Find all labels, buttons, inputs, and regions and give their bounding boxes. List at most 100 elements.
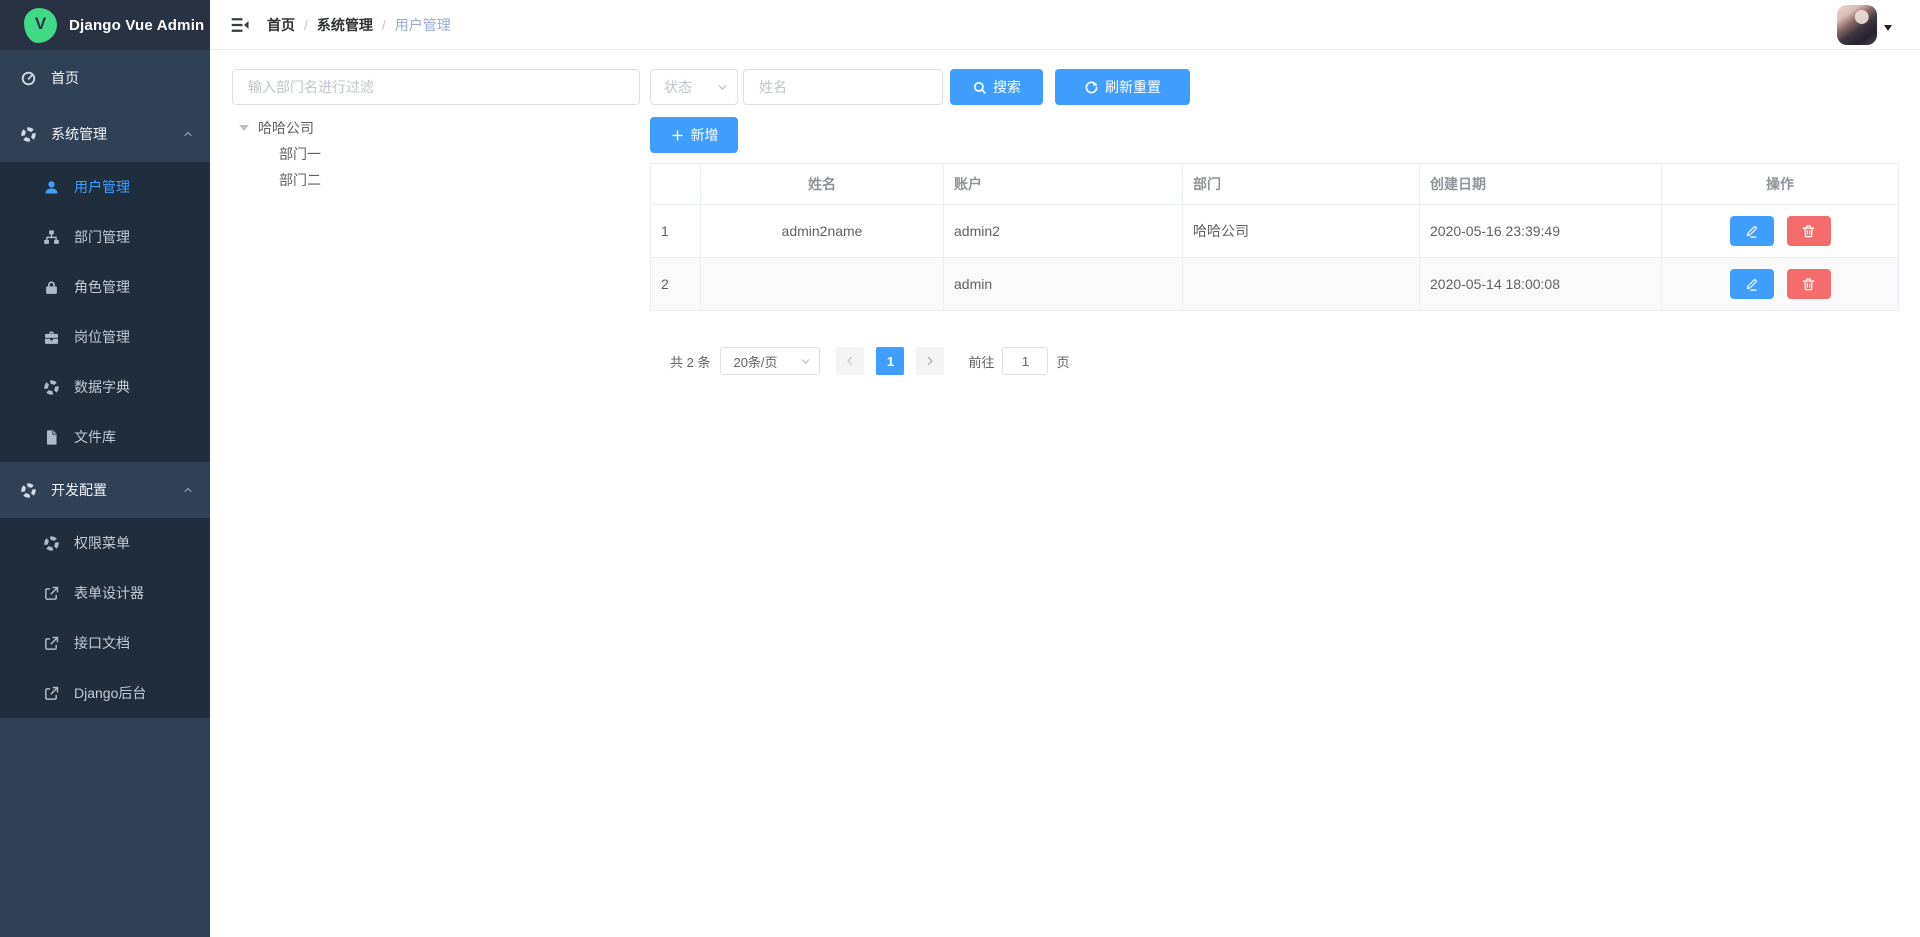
chevron-left-icon	[844, 355, 856, 367]
sidebar-item-label: 角色管理	[74, 277, 130, 297]
sidebar-item-form-designer[interactable]: 表单设计器	[0, 568, 210, 618]
app-logo[interactable]: V Django Vue Admin	[0, 0, 210, 50]
sidebar-item-posts[interactable]: 岗位管理	[0, 312, 210, 362]
sidebar-item-home[interactable]: 首页	[0, 50, 210, 106]
dept-tree: 哈哈公司 部门一 部门二	[232, 115, 640, 193]
external-link-icon	[43, 585, 60, 602]
sidebar: V Django Vue Admin 首页 系统管理 用户管理 部门	[0, 0, 210, 937]
delete-button[interactable]	[1787, 269, 1831, 299]
breadcrumb-current: 用户管理	[395, 15, 451, 35]
sidebar-group-dev-config[interactable]: 开发配置	[0, 462, 210, 518]
chevron-down-icon	[716, 81, 729, 94]
sidebar-item-files[interactable]: 文件库	[0, 412, 210, 462]
sidebar-item-label: 用户管理	[74, 177, 130, 197]
app-root: V Django Vue Admin 首页 系统管理 用户管理 部门	[0, 0, 1920, 937]
tree-node-label: 部门二	[279, 170, 321, 190]
col-header-account: 账户	[944, 164, 1183, 205]
prev-page-button[interactable]	[836, 347, 864, 375]
dept-filter-input[interactable]	[232, 69, 640, 105]
status-select[interactable]: 状态	[650, 69, 738, 105]
status-select-placeholder: 状态	[664, 77, 692, 97]
breadcrumb-system[interactable]: 系统管理	[317, 15, 373, 35]
sidebar-item-label: 权限菜单	[74, 533, 130, 553]
cell-account: admin	[944, 258, 1183, 311]
sidebar-item-api-docs[interactable]: 接口文档	[0, 618, 210, 668]
cell-actions	[1662, 205, 1899, 258]
external-link-icon	[43, 685, 60, 702]
goto-page-input[interactable]	[1002, 347, 1048, 375]
sidebar-item-label: 首页	[51, 68, 79, 88]
table-header-row: 姓名 账户 部门 创建日期 操作	[651, 164, 1899, 205]
tree-node-label: 部门一	[279, 144, 321, 164]
sidebar-item-departments[interactable]: 部门管理	[0, 212, 210, 262]
user-menu[interactable]	[1837, 5, 1900, 45]
search-toolbar: 状态 搜索 刷新重置	[650, 69, 1902, 105]
tree-node-company[interactable]: 哈哈公司	[232, 115, 640, 141]
tree-node-dept-1[interactable]: 部门一	[232, 141, 640, 167]
submenu-system: 用户管理 部门管理 角色管理 岗位管理 数据字典	[0, 162, 210, 462]
org-tree-icon	[43, 229, 60, 246]
cell-index: 1	[651, 205, 701, 258]
sidebar-item-users[interactable]: 用户管理	[0, 162, 210, 212]
caret-down-icon	[239, 125, 249, 131]
sidebar-item-django-admin[interactable]: Django后台	[0, 668, 210, 718]
page-1-button[interactable]: 1	[876, 347, 904, 375]
edit-pencil-icon	[1744, 224, 1759, 239]
delete-button[interactable]	[1787, 216, 1831, 246]
sidebar-group-label: 系统管理	[51, 124, 107, 144]
breadcrumb: 首页 / 系统管理 / 用户管理	[267, 15, 451, 35]
col-header-actions: 操作	[1662, 164, 1899, 205]
col-header-index	[651, 164, 701, 205]
chevron-right-icon	[924, 355, 936, 367]
hamburger-icon[interactable]	[230, 15, 250, 35]
plus-icon	[670, 128, 685, 143]
goto-label: 前往	[968, 352, 994, 371]
edit-button[interactable]	[1730, 269, 1774, 299]
edit-pencil-icon	[1744, 277, 1759, 292]
vue-logo-icon: V	[24, 8, 57, 43]
submenu-dev-config: 权限菜单 表单设计器 接口文档 Django后台	[0, 518, 210, 718]
search-button[interactable]: 搜索	[950, 69, 1043, 105]
add-button[interactable]: 新增	[650, 117, 738, 153]
cell-dept	[1183, 258, 1420, 311]
config-icon	[20, 482, 37, 499]
refresh-icon	[1084, 80, 1099, 95]
tree-node-dept-2[interactable]: 部门二	[232, 167, 640, 193]
department-panel: 哈哈公司 部门一 部门二	[232, 69, 640, 193]
page-size-value: 20条/页	[733, 352, 777, 371]
tree-node-label: 哈哈公司	[258, 118, 314, 138]
pagination: 共 2 条 20条/页 1 前往 页	[670, 347, 1902, 375]
search-icon	[972, 80, 987, 95]
total-count: 共 2 条	[670, 352, 710, 371]
cell-actions	[1662, 258, 1899, 311]
briefcase-icon	[43, 329, 60, 346]
external-link-icon	[43, 635, 60, 652]
cell-index: 2	[651, 258, 701, 311]
cell-dept: 哈哈公司	[1183, 205, 1420, 258]
edit-button[interactable]	[1730, 216, 1774, 246]
trash-icon	[1801, 277, 1816, 292]
next-page-button[interactable]	[916, 347, 944, 375]
sidebar-group-system[interactable]: 系统管理	[0, 106, 210, 162]
page-size-select[interactable]: 20条/页	[720, 347, 820, 375]
refresh-reset-button[interactable]: 刷新重置	[1055, 69, 1190, 105]
search-button-label: 搜索	[993, 77, 1021, 97]
sidebar-item-roles[interactable]: 角色管理	[0, 262, 210, 312]
breadcrumb-home[interactable]: 首页	[267, 15, 295, 35]
sidebar-menu: 首页 系统管理 用户管理 部门管理 角色管理	[0, 50, 210, 718]
component-icon	[20, 126, 37, 143]
table-row: 1 admin2name admin2 哈哈公司 2020-05-16 23:3…	[651, 205, 1899, 258]
permission-icon	[43, 535, 60, 552]
sidebar-item-label: 表单设计器	[74, 583, 144, 603]
table-row: 2 admin 2020-05-14 18:00:08	[651, 258, 1899, 311]
dict-icon	[43, 379, 60, 396]
sidebar-item-permission-menu[interactable]: 权限菜单	[0, 518, 210, 568]
users-table: 姓名 账户 部门 创建日期 操作 1 admin2name admin2 哈哈公	[650, 163, 1899, 311]
file-icon	[43, 429, 60, 446]
sidebar-item-label: 岗位管理	[74, 327, 130, 347]
add-button-label: 新增	[691, 125, 719, 145]
sidebar-item-label: 接口文档	[74, 633, 130, 653]
top-navbar: 首页 / 系统管理 / 用户管理	[210, 0, 1920, 50]
sidebar-item-dictionary[interactable]: 数据字典	[0, 362, 210, 412]
name-input[interactable]	[743, 69, 943, 105]
